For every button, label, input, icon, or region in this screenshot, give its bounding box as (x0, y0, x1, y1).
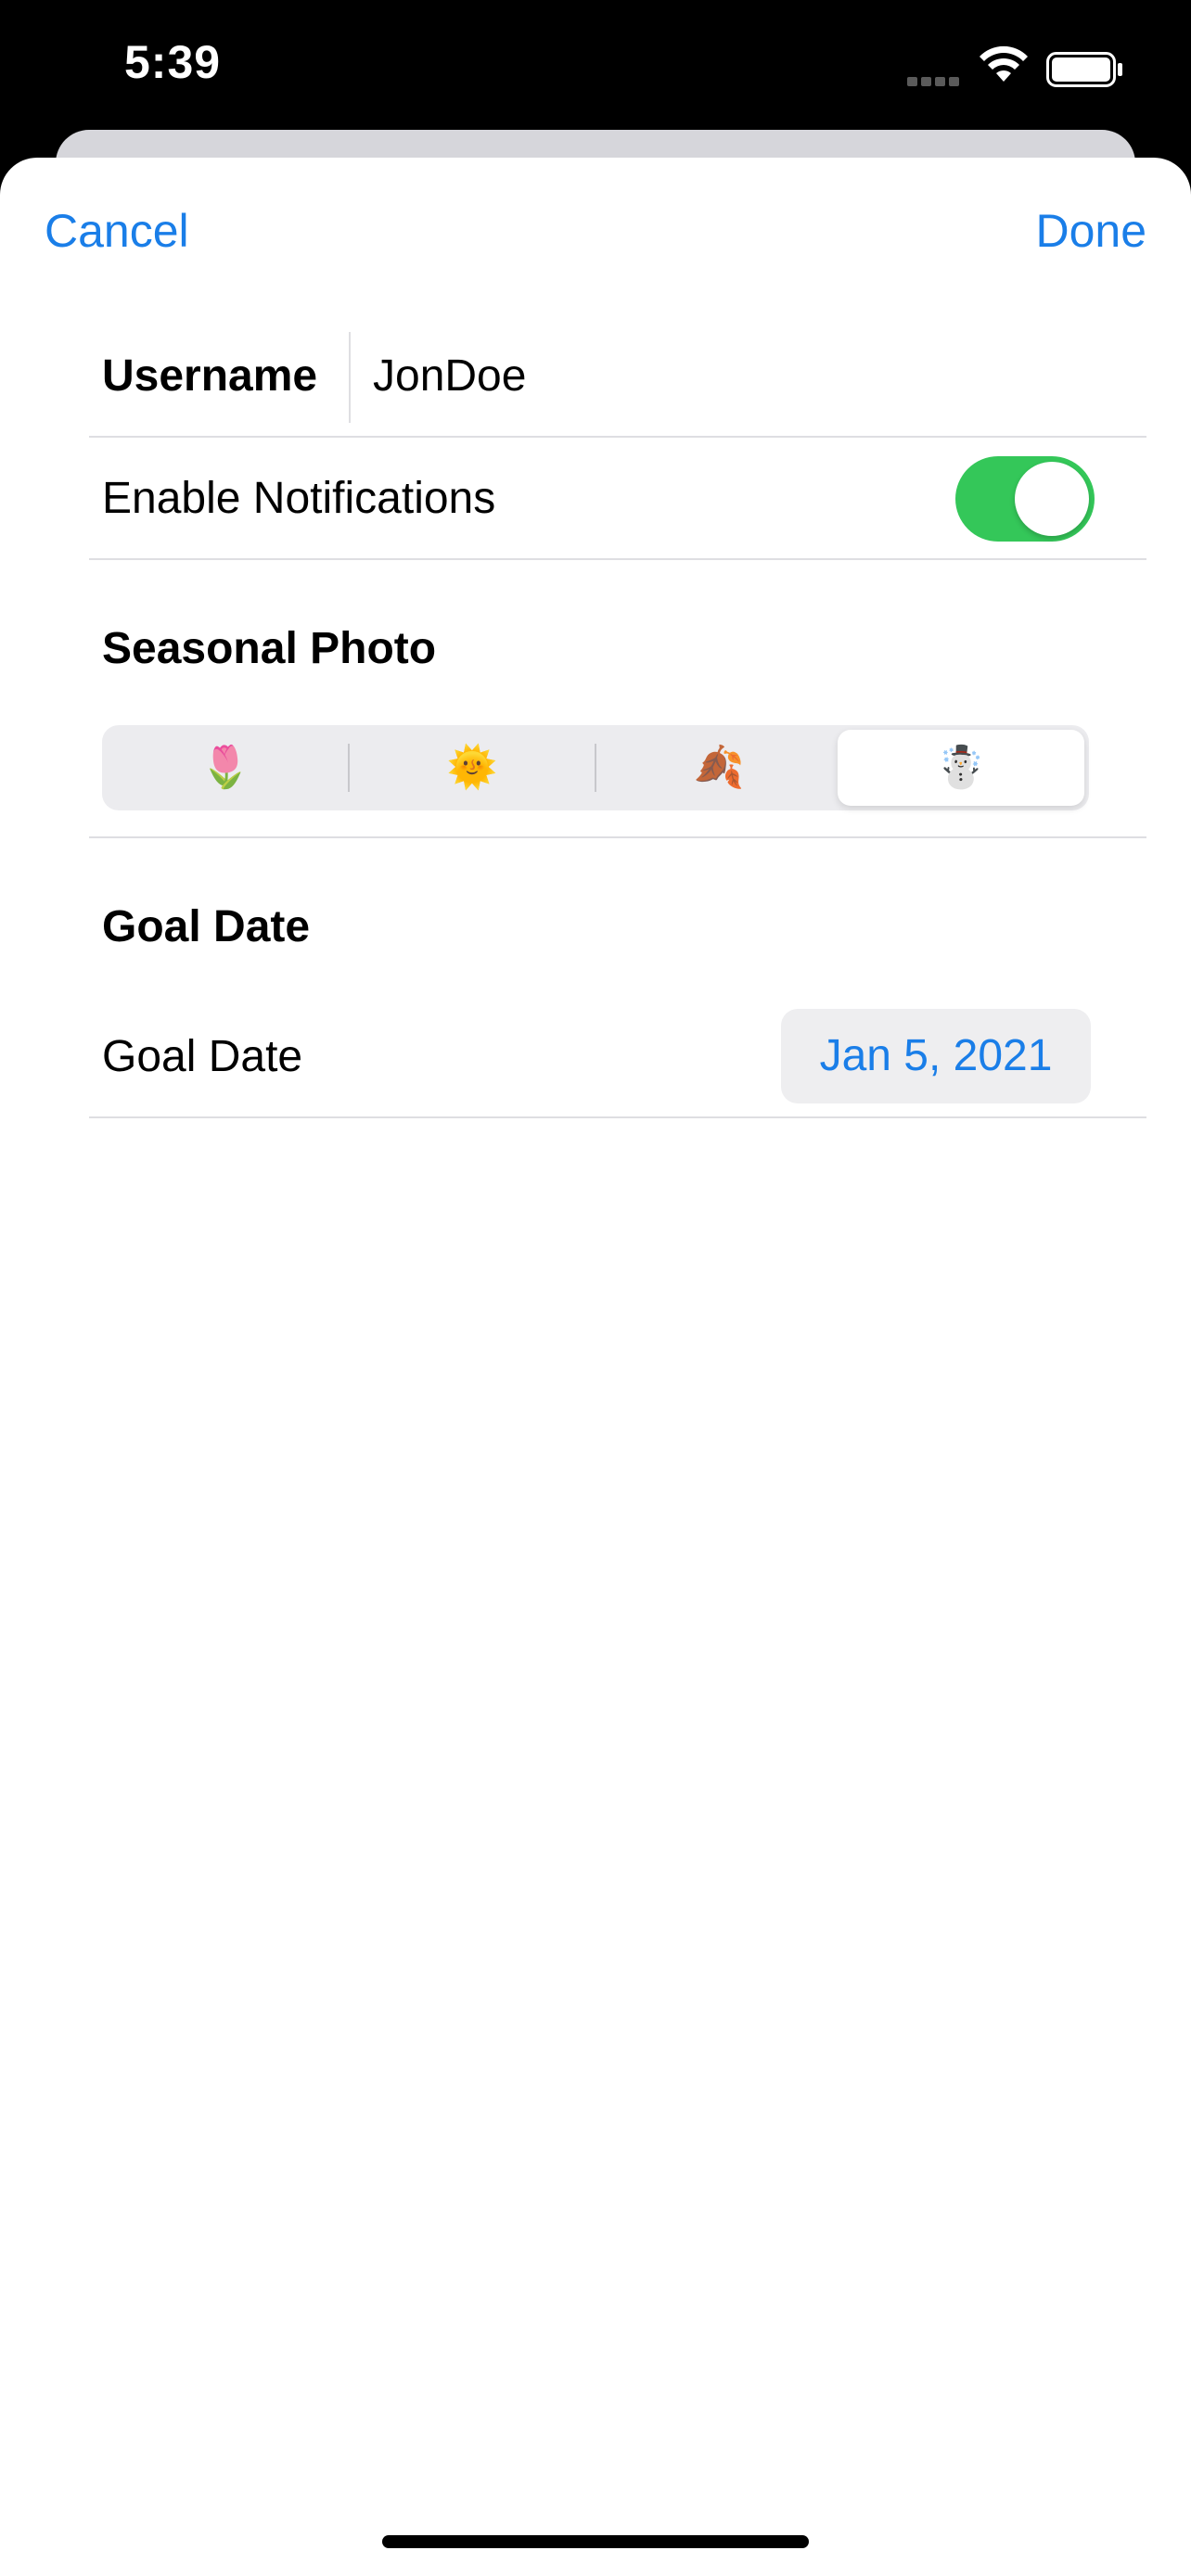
notifications-toggle[interactable] (955, 456, 1095, 542)
username-field[interactable]: JonDoe (373, 351, 526, 402)
goal-date-label: Goal Date (102, 1032, 303, 1081)
goal-date-row: Goal Date Goal Date Jan 5, 2021 (89, 838, 1146, 1118)
cellular-signal-icon (907, 74, 965, 86)
settings-sheet: Cancel Done Username JonDoe Enable Notif… (0, 158, 1191, 2576)
status-time: 5:39 (124, 36, 222, 88)
seasonal-photo-row: Seasonal Photo 🌷 🌞 🍂 ☃️ (89, 560, 1146, 838)
status-bar: 5:39 (0, 0, 1191, 130)
username-divider (349, 332, 351, 423)
wifi-icon (980, 45, 1028, 82)
segment-spring[interactable]: 🌷 (102, 725, 349, 810)
username-row: Username JonDoe (89, 315, 1146, 438)
cancel-button[interactable]: Cancel (45, 204, 189, 258)
segment-winter[interactable]: ☃️ (838, 730, 1084, 806)
seasonal-photo-picker: 🌷 🌞 🍂 ☃️ (102, 725, 1089, 810)
toggle-knob (1015, 462, 1089, 536)
goal-date-picker[interactable]: Jan 5, 2021 (781, 1009, 1091, 1103)
notifications-label: Enable Notifications (102, 474, 496, 523)
screen: 5:39 Cancel Done Username JonDoe Enable (0, 0, 1191, 2576)
goal-date-section-title: Goal Date (102, 902, 311, 951)
seasonal-photo-title: Seasonal Photo (102, 624, 437, 673)
username-label: Username (102, 351, 318, 401)
segment-summer[interactable]: 🌞 (349, 725, 596, 810)
battery-full-icon (1046, 52, 1122, 87)
done-button[interactable]: Done (1035, 204, 1146, 258)
notifications-row: Enable Notifications (89, 438, 1146, 560)
home-indicator[interactable] (382, 2535, 809, 2548)
segment-autumn[interactable]: 🍂 (596, 725, 842, 810)
settings-form: Username JonDoe Enable Notifications Sea… (89, 315, 1146, 1118)
